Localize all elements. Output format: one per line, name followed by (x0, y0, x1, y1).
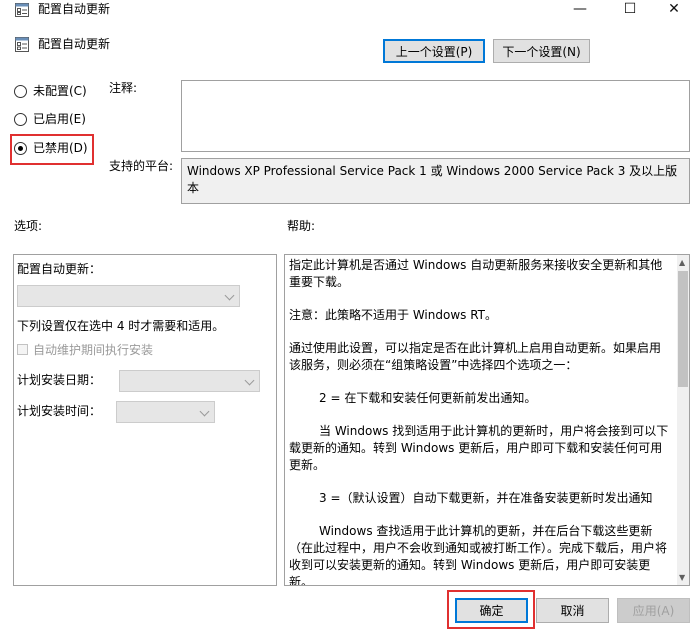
help-paragraph: 当 Windows 找到适用于此计算机的更新时，用户将会接到可以下载更新的通知。… (289, 424, 669, 472)
radio-circle[interactable] (14, 141, 27, 155)
radio-label: 已禁用(D) (33, 141, 88, 155)
chevron-down-icon (199, 406, 210, 417)
help-scrollbar[interactable]: ▲ ▼ (677, 255, 689, 585)
help-panel: 指定此计算机是否通过 Windows 自动更新服务来接收安全更新和其他重要下载。… (284, 254, 690, 586)
scroll-down-icon[interactable]: ▼ (679, 573, 685, 582)
comment-input[interactable] (181, 80, 690, 152)
window-title: 配置自动更新 (38, 2, 111, 16)
options-heading: 选项: (14, 219, 43, 233)
maximize-button[interactable]: ☐ (608, 0, 652, 18)
policy-settings-icon (15, 37, 29, 52)
radio-circle[interactable] (14, 112, 27, 126)
help-paragraph: 指定此计算机是否通过 Windows 自动更新服务来接收安全更新和其他重要下载。 (289, 258, 663, 289)
comment-label: 注释: (109, 81, 138, 95)
radio-label: 未配置(C) (33, 84, 87, 98)
maintenance-checkbox[interactable] (17, 344, 28, 355)
minimize-button[interactable]: — (558, 0, 602, 18)
schedule-time-dropdown[interactable] (116, 401, 215, 423)
chevron-down-icon (224, 290, 235, 301)
help-paragraph: 3 =（默认设置）自动下载更新，并在准备安装更新时发出通知 (319, 491, 653, 505)
help-paragraph: 注意：此策略不适用于 Windows RT。 (289, 308, 497, 322)
ok-button[interactable]: 确定 (455, 598, 528, 623)
maintenance-checkbox-label: 自动维护期间执行安装 (33, 343, 154, 357)
radio-enabled[interactable]: 已启用(E) (14, 110, 86, 128)
radio-label: 已启用(E) (33, 112, 86, 126)
apply-button[interactable]: 应用(A) (617, 598, 690, 623)
radio-circle[interactable] (14, 84, 27, 98)
previous-setting-button[interactable]: 上一个设置(P) (383, 39, 485, 63)
policy-title: 配置自动更新 (38, 37, 111, 51)
schedule-day-label: 计划安装日期： (17, 373, 102, 387)
close-button[interactable]: ✕ (652, 0, 690, 18)
help-heading: 帮助: (287, 219, 316, 233)
help-paragraph: Windows 查找适用于此计算机的更新，并在后台下载这些更新（在此过程中，用户… (289, 524, 668, 586)
supported-platform-label: 支持的平台: (109, 159, 174, 173)
chevron-down-icon (244, 375, 255, 386)
schedule-day-dropdown[interactable] (119, 370, 260, 392)
next-setting-button[interactable]: 下一个设置(N) (493, 39, 590, 63)
configure-updates-label: 配置自动更新： (17, 262, 102, 276)
help-paragraph: 通过使用此设置，可以指定是否在此计算机上启用自动更新。如果启用该服务，则必须在“… (289, 341, 662, 372)
option-note: 下列设置仅在选中 4 时才需要和适用。 (17, 319, 225, 333)
supported-platform-value: Windows XP Professional Service Pack 1 或… (181, 158, 690, 204)
cancel-button[interactable]: 取消 (536, 598, 609, 623)
help-text: 指定此计算机是否通过 Windows 自动更新服务来接收安全更新和其他重要下载。… (285, 255, 675, 586)
policy-settings-icon (15, 3, 29, 17)
help-paragraph: 2 = 在下载和安装任何更新前发出通知。 (319, 391, 537, 405)
scroll-up-icon[interactable]: ▲ (679, 258, 685, 267)
schedule-time-label: 计划安装时间： (17, 404, 102, 418)
radio-disabled[interactable]: 已禁用(D) (14, 139, 88, 157)
scroll-thumb[interactable] (678, 271, 688, 387)
radio-not-configured[interactable]: 未配置(C) (14, 82, 87, 100)
configure-updates-dropdown[interactable] (17, 285, 240, 307)
